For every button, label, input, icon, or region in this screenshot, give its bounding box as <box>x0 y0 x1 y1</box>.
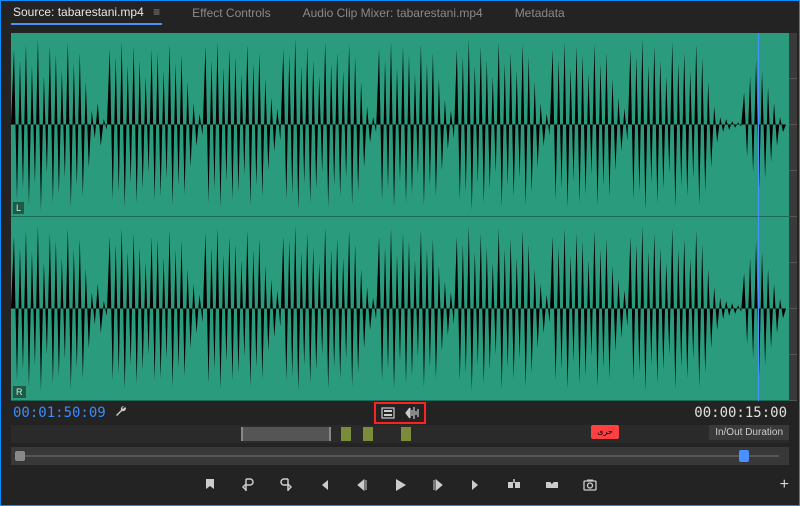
zoom-handle-right[interactable] <box>739 450 749 462</box>
tab-effect-controls[interactable]: Effect Controls <box>190 2 272 24</box>
channel-left-label: L <box>13 202 24 214</box>
marker-2[interactable] <box>363 427 373 441</box>
zoom-handle-left[interactable] <box>15 451 25 461</box>
go-to-in-button[interactable] <box>314 475 334 495</box>
zoom-scrollbar[interactable] <box>11 447 789 465</box>
play-button[interactable] <box>390 475 410 495</box>
marker-rail[interactable]: حرى In/Out Duration <box>11 425 789 443</box>
channel-left: L <box>11 33 789 217</box>
insert-button[interactable] <box>504 475 524 495</box>
drag-mode-highlight <box>374 402 426 424</box>
add-marker-button[interactable] <box>200 475 220 495</box>
mark-in-button[interactable] <box>238 475 258 495</box>
button-editor-icon[interactable]: + <box>780 476 789 494</box>
panel-menu-icon[interactable]: ≡ <box>153 5 160 19</box>
panel-tabs: Source: tabarestani.mp4 ≡ Effect Control… <box>1 1 799 25</box>
step-forward-button[interactable] <box>428 475 448 495</box>
tab-metadata[interactable]: Metadata <box>513 2 567 24</box>
export-frame-button[interactable] <box>580 475 600 495</box>
settings-wrench-icon[interactable] <box>114 405 128 422</box>
waveform-left <box>11 33 789 216</box>
red-marker-label: حرى <box>597 427 613 436</box>
tab-source[interactable]: Source: tabarestani.mp4 ≡ <box>11 1 162 25</box>
channel-right-label: R <box>13 386 26 398</box>
current-timecode[interactable]: 00:01:50:09 <box>13 405 106 421</box>
red-marker[interactable]: حرى <box>591 425 619 439</box>
waveform-right <box>11 217 789 400</box>
marker-1[interactable] <box>341 427 351 441</box>
tab-audio-clip-mixer[interactable]: Audio Clip Mixer: tabarestani.mp4 <box>301 2 485 24</box>
in-out-duration-badge: In/Out Duration <box>709 425 789 440</box>
go-to-out-button[interactable] <box>466 475 486 495</box>
playhead-line[interactable] <box>758 33 759 401</box>
duration-timecode[interactable]: 00:00:15:00 <box>694 405 787 421</box>
transport-controls: + <box>1 465 799 505</box>
source-monitor-panel: Source: tabarestani.mp4 ≡ Effect Control… <box>0 0 800 506</box>
info-row: 00:01:50:09 00:00:15:00 <box>1 401 799 425</box>
amplitude-scale <box>789 33 797 401</box>
zoom-track <box>21 455 779 457</box>
marker-3[interactable] <box>401 427 411 441</box>
drag-audio-only-icon[interactable] <box>404 406 420 420</box>
overwrite-button[interactable] <box>542 475 562 495</box>
step-back-button[interactable] <box>352 475 372 495</box>
drag-video-only-icon[interactable] <box>380 406 396 420</box>
channel-right: R <box>11 217 789 401</box>
tab-source-label: Source: tabarestani.mp4 <box>13 5 144 19</box>
mark-out-button[interactable] <box>276 475 296 495</box>
in-out-region[interactable] <box>241 427 331 441</box>
audio-waveform-display[interactable]: L R <box>11 33 789 401</box>
